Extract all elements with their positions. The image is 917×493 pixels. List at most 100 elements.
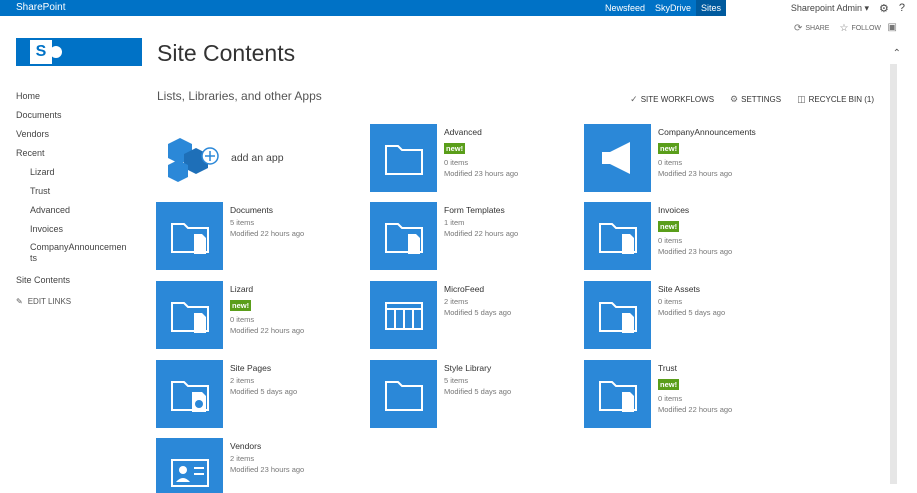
leftnav-recent-lizard[interactable]: Lizard (16, 166, 136, 185)
follow-button[interactable]: ☆ FOLLOW (839, 23, 881, 34)
tile-name[interactable]: Lizard (230, 284, 370, 295)
tile-meta: Trust new! 0 items Modified 22 hours ago (658, 363, 798, 415)
share-label: SHARE (805, 25, 830, 32)
leftnav-recent-invoices[interactable]: Invoices (16, 223, 136, 242)
tile-item-count: 2 items (230, 376, 255, 385)
tile-name[interactable]: Invoices (658, 205, 798, 216)
leftnav-home[interactable]: Home (16, 90, 136, 109)
folder-doc-icon[interactable] (584, 202, 651, 270)
nav-sites[interactable]: Sites (696, 0, 727, 16)
tile-meta: Documents 5 items Modified 22 hours ago (230, 205, 370, 239)
new-badge: new! (444, 143, 466, 154)
list-icon[interactable] (370, 281, 437, 349)
folder-doc-icon[interactable] (156, 281, 223, 349)
tile-name[interactable]: Advanced (444, 127, 584, 138)
tile-item-count: 0 items (658, 158, 683, 167)
star-icon: ☆ (839, 23, 849, 34)
tile-meta: Form Templates 1 item Modified 22 hours ag… (444, 205, 584, 239)
sharepoint-logo-icon: S (30, 40, 52, 64)
nav-newsfeed[interactable]: Newsfeed (600, 0, 650, 16)
app-tile-lizard[interactable]: Lizard new! 0 items Modified 22 hours ago (156, 281, 356, 349)
contact-card-icon[interactable] (156, 438, 223, 493)
app-tile-microfeed[interactable]: MicroFeed 2 items Modified 5 days ago (370, 281, 570, 349)
left-nav: Home Documents Vendors Recent Lizard Tru… (16, 90, 136, 306)
share-button[interactable]: ⟳ SHARE (794, 23, 830, 34)
tile-name[interactable]: Site Assets (658, 284, 798, 295)
app-tile-companyannouncements[interactable]: CompanyAnnouncements new! 0 items Modified … (584, 124, 784, 192)
scroll-up-icon[interactable]: ⌃ (893, 48, 901, 59)
tile-name[interactable]: MicroFeed (444, 284, 584, 295)
tile-item-count: 0 items (658, 297, 683, 306)
leftnav-recent-companyannouncements[interactable]: CompanyAnnouncemen ts (16, 242, 136, 274)
leftnav-vendors[interactable]: Vendors (16, 128, 136, 147)
folder-doc-icon[interactable] (584, 281, 651, 349)
app-tile-documents[interactable]: Documents 5 items Modified 22 hours ago (156, 202, 356, 270)
suite-nav: Newsfeed SkyDrive Sites (600, 0, 727, 16)
add-app-tile[interactable]: add an app (166, 134, 346, 184)
leftnav-recent[interactable]: Recent (16, 147, 136, 166)
edit-links-button[interactable]: ✎ EDIT LINKS (16, 297, 136, 306)
tile-meta: Advanced new! 0 items Modified 23 hours ago (444, 127, 584, 179)
focus-content-icon[interactable]: ▣ (888, 22, 897, 33)
tile-name[interactable]: Documents (230, 205, 370, 216)
tile-meta: Site Assets 0 items Modified 5 days ago (658, 284, 798, 318)
suite-brand[interactable]: SharePoint (0, 0, 600, 16)
tile-name[interactable]: CompanyAnnouncements (658, 127, 798, 138)
tile-name[interactable]: Vendors (230, 441, 370, 452)
app-tile-vendors[interactable]: Vendors 2 items Modified 23 hours ago (156, 438, 356, 493)
suite-bar: SharePoint Newsfeed SkyDrive Sites Share… (0, 0, 917, 16)
tile-name[interactable]: Trust (658, 363, 798, 374)
tile-meta: CompanyAnnouncements new! 0 items Modified … (658, 127, 798, 179)
folder-icon[interactable] (370, 360, 437, 428)
folder-doc-icon[interactable] (370, 202, 437, 270)
folder-doc-icon[interactable] (584, 360, 651, 428)
tile-modified: Modified 23 hours ago (230, 465, 305, 474)
gear-icon[interactable]: ⚙ (879, 2, 889, 15)
folder-doc-icon[interactable] (156, 202, 223, 270)
new-badge: new! (658, 143, 680, 154)
folder-page-icon[interactable] (156, 360, 223, 428)
tile-name[interactable]: Form Templates (444, 205, 584, 216)
tile-meta: Site Pages 2 items Modified 5 days ago (230, 363, 370, 397)
tile-modified: Modified 22 hours ago (658, 405, 733, 414)
add-app-icon (168, 138, 219, 182)
settings-button[interactable]: ⚙ SETTINGS (730, 94, 781, 105)
megaphone-icon[interactable] (584, 124, 651, 192)
tile-meta: Lizard new! 0 items Modified 22 hours ago (230, 284, 370, 336)
folder-icon[interactable] (370, 124, 437, 192)
tile-item-count: 5 items (444, 376, 469, 385)
help-icon[interactable]: ? (899, 2, 905, 14)
app-tile-style-library[interactable]: Style Library 5 items Modified 5 days ago (370, 360, 570, 428)
app-tile-form-templates[interactable]: Form Templates 1 item Modified 22 hours ag… (370, 202, 570, 270)
recycle-label: RECYCLE BIN (1) (808, 95, 874, 104)
edit-links-label: EDIT LINKS (27, 297, 72, 306)
tile-meta: MicroFeed 2 items Modified 5 days ago (444, 284, 584, 318)
site-logo[interactable]: S (16, 38, 142, 66)
app-tile-advanced[interactable]: Advanced new! 0 items Modified 23 hours ago (370, 124, 570, 192)
add-app-label: add an app (231, 152, 284, 164)
tile-modified: Modified 5 days ago (444, 387, 512, 396)
site-workflows-button[interactable]: ✓ SITE WORKFLOWS (630, 94, 714, 105)
leftnav-site-contents[interactable]: Site Contents (16, 274, 136, 293)
tile-name[interactable]: Site Pages (230, 363, 370, 374)
workflows-label: SITE WORKFLOWS (640, 95, 715, 104)
app-tile-site-pages[interactable]: Site Pages 2 items Modified 5 days ago (156, 360, 356, 428)
trash-icon: ◫ (797, 94, 806, 104)
nav-skydrive[interactable]: SkyDrive (650, 0, 696, 16)
leftnav-recent-trust[interactable]: Trust (16, 185, 136, 204)
page-actions: ⟳ SHARE ☆ FOLLOW (794, 23, 881, 34)
user-menu[interactable]: Sharepoint Admin ▾ (791, 3, 869, 14)
tile-item-count: 0 items (444, 158, 469, 167)
app-tile-trust[interactable]: Trust new! 0 items Modified 22 hours ago (584, 360, 784, 428)
app-tile-invoices[interactable]: Invoices new! 0 items Modified 23 hours ago (584, 202, 784, 270)
scrollbar[interactable] (890, 64, 897, 484)
leftnav-recent-advanced[interactable]: Advanced (16, 204, 136, 223)
user-area: Sharepoint Admin ▾ ⚙ ? (726, 0, 917, 16)
tile-name[interactable]: Style Library (444, 363, 584, 374)
tile-item-count: 0 items (658, 394, 683, 403)
workflow-icon: ✓ (630, 94, 638, 104)
recycle-bin-button[interactable]: ◫ RECYCLE BIN (1) (797, 94, 874, 105)
tile-item-count: 2 items (230, 454, 255, 463)
leftnav-documents[interactable]: Documents (16, 109, 136, 128)
app-tile-site-assets[interactable]: Site Assets 0 items Modified 5 days ago (584, 281, 784, 349)
